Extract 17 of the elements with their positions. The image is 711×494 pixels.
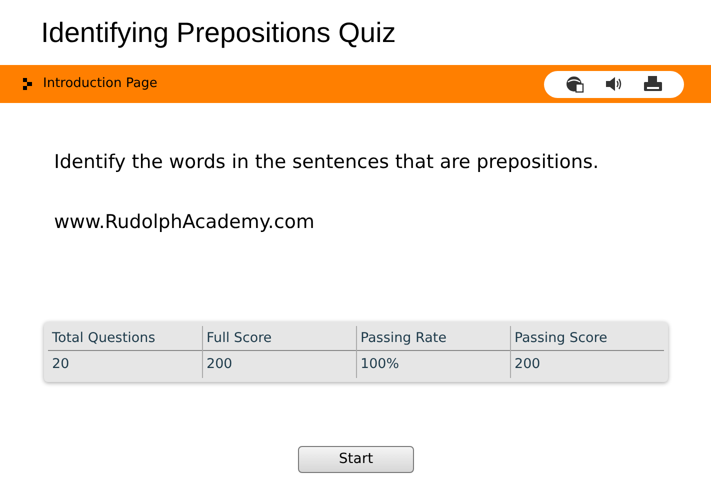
body-text: www.RudolphAcademy.com — [54, 210, 316, 234]
body-text: Identify the words in the sentences that are prepositions. — [54, 150, 600, 174]
speaker-icon[interactable] — [604, 75, 624, 93]
table-cell: 200 — [510, 350, 664, 378]
start-button[interactable]: Start — [298, 446, 414, 473]
table-cell: 100% — [356, 350, 510, 378]
table-cell: 200 — [202, 350, 356, 378]
breadcrumb-icon — [23, 78, 32, 90]
table-cell: 20 — [48, 350, 202, 378]
page-label: Introduction Page — [43, 75, 158, 94]
quiz-title: Identifying Prepositions Quiz — [41, 16, 396, 50]
printer-icon[interactable] — [642, 75, 663, 93]
globe-icon[interactable] — [565, 75, 586, 93]
column-header: Full Score — [202, 326, 356, 350]
column-header: Passing Score — [510, 326, 664, 350]
column-header: Total Questions — [48, 326, 202, 350]
column-header: Passing Rate — [356, 326, 510, 350]
